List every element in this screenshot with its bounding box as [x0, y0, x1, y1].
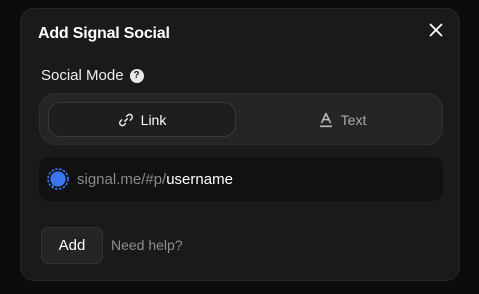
add-button[interactable]: Add: [41, 227, 103, 264]
link-icon: [118, 113, 133, 126]
mode-option-text-label: Text: [340, 111, 367, 128]
signal-icon: [47, 168, 69, 190]
question-icon[interactable]: ?: [129, 68, 144, 83]
dialog-title: Add Signal Social: [38, 25, 170, 42]
social-mode-toggle: Link Text: [39, 93, 443, 145]
mode-option-link[interactable]: Link: [48, 102, 236, 137]
url-prefix: signal.me/#p/: [77, 170, 167, 188]
mode-option-text[interactable]: Text: [248, 102, 436, 137]
social-mode-label: Social Mode: [41, 67, 124, 84]
signal-url-field[interactable]: signal.me/#p/: [39, 157, 443, 201]
mode-option-link-label: Link: [140, 111, 167, 128]
add-signal-social-dialog: Add Signal Social Social Mode ? Link Tex…: [20, 8, 460, 281]
need-help-link[interactable]: Need help?: [111, 237, 183, 253]
close-button[interactable]: [427, 21, 445, 39]
close-icon: [429, 23, 443, 37]
social-mode-header: Social Mode ?: [41, 67, 144, 84]
text-icon: [319, 112, 332, 127]
username-input[interactable]: [166, 170, 367, 188]
